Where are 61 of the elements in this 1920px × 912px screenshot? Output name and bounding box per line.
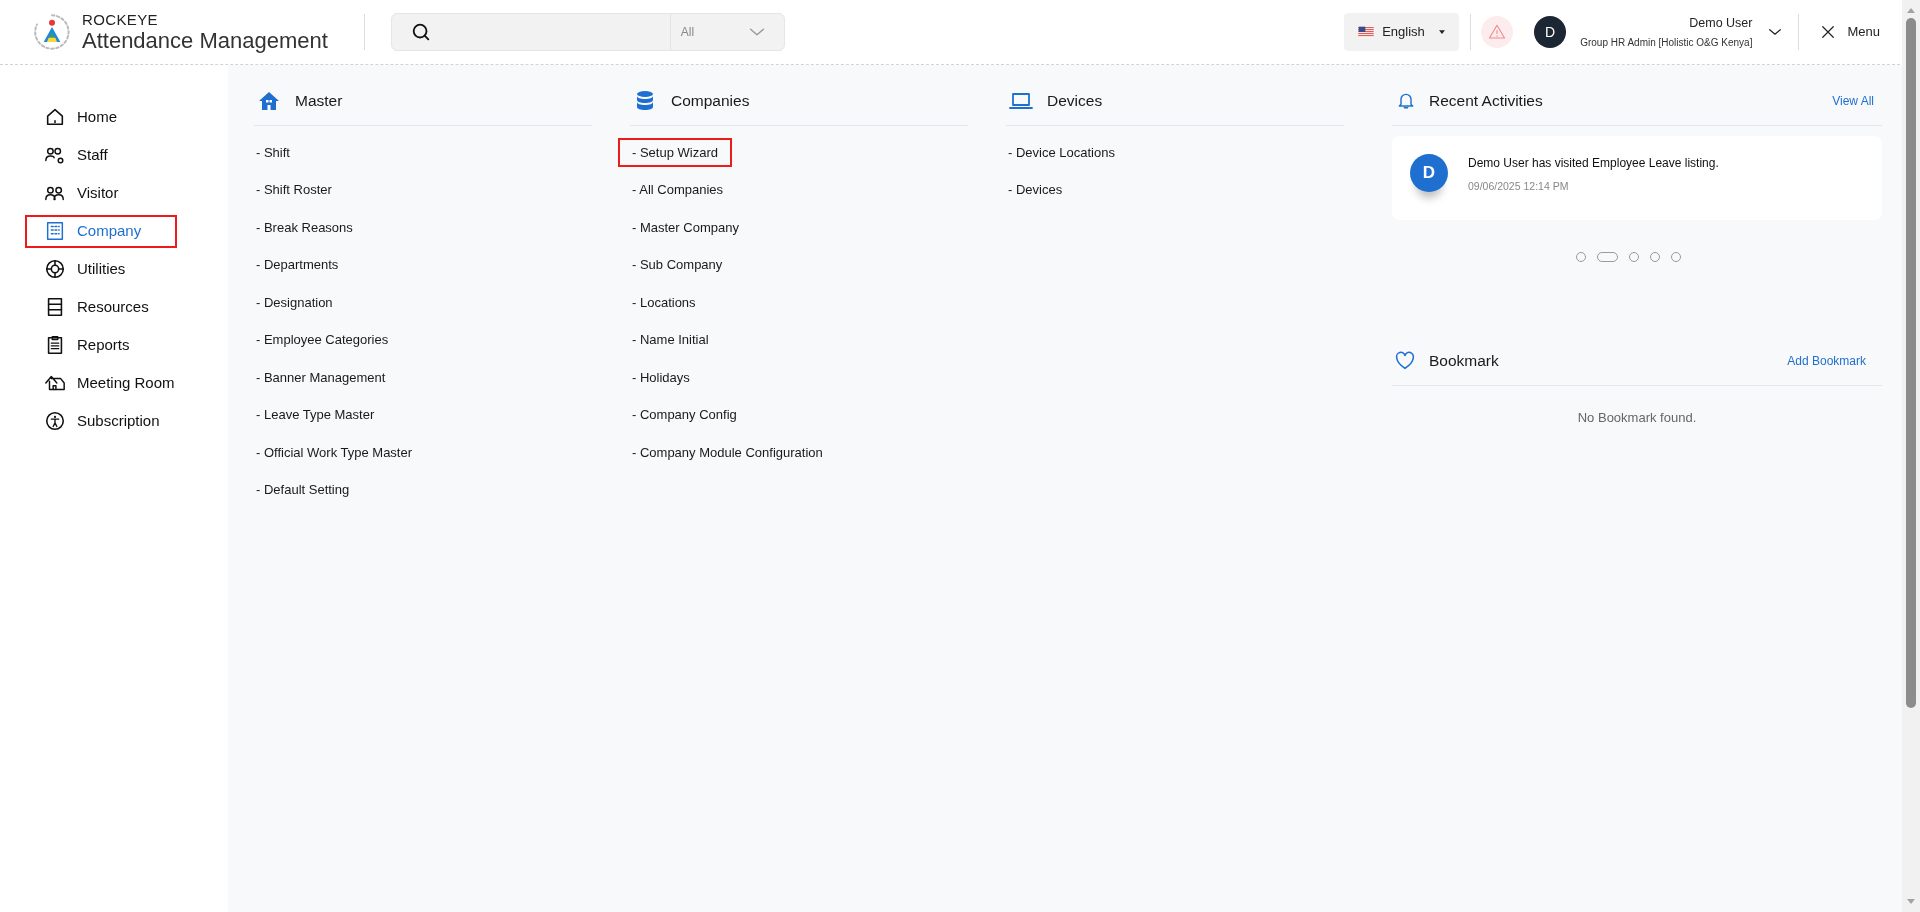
menu-link[interactable]: - Company Module Configuration xyxy=(618,438,837,467)
menu-link[interactable]: - Banner Management xyxy=(242,363,400,392)
section-title: Recent Activities xyxy=(1429,91,1543,112)
sidebar-item[interactable]: Meeting Room xyxy=(25,367,177,400)
menu-link[interactable]: - Locations xyxy=(618,288,710,317)
brand-name: ROCKEYE xyxy=(82,12,159,27)
menu-link[interactable]: - Designation xyxy=(242,288,347,317)
section-title: Master xyxy=(295,91,343,112)
menu-link[interactable]: - Official Work Type Master xyxy=(242,438,427,467)
user-avatar: D xyxy=(1410,154,1448,192)
app-title: Attendance Management xyxy=(82,30,328,52)
sidebar-item[interactable]: Resources xyxy=(25,291,177,324)
section-title: Bookmark xyxy=(1429,351,1499,372)
menu-link[interactable]: - Leave Type Master xyxy=(242,400,389,430)
menu-link[interactable]: - Break Reasons xyxy=(242,213,367,242)
menu-link[interactable]: - Default Setting xyxy=(242,475,364,505)
sidebar-item[interactable]: Utilities xyxy=(25,253,177,286)
lifebuoy-icon xyxy=(44,258,66,281)
menu-link[interactable]: - Setup Wizard xyxy=(618,138,732,167)
activity-time: 09/06/2025 12:14 PM xyxy=(1468,179,1570,194)
user-avatar: D xyxy=(1534,16,1567,48)
user-name: Demo User xyxy=(1689,15,1753,33)
scroll-up-icon[interactable] xyxy=(1906,6,1916,14)
menu-link[interactable]: - Shift xyxy=(242,138,304,167)
house-icon xyxy=(257,89,281,113)
section-title: Companies xyxy=(671,91,750,112)
building-icon xyxy=(44,220,66,243)
activity-text: Demo User has visited Employee Leave listing. xyxy=(1468,155,1719,172)
menu-link[interactable]: - Sub Company xyxy=(618,250,737,280)
heart-icon xyxy=(1394,350,1416,372)
sidebar-item[interactable]: Home xyxy=(25,101,177,134)
menu-button[interactable]: Menu xyxy=(1819,22,1880,42)
sidebar-item[interactable]: Visitor xyxy=(25,177,177,210)
flag-icon xyxy=(1356,24,1377,40)
menu-link[interactable]: - All Companies xyxy=(618,175,738,205)
menu-link[interactable]: - Shift Roster xyxy=(242,175,346,205)
sidebar-item[interactable]: Reports xyxy=(25,329,177,362)
menu-link[interactable]: - Device Locations xyxy=(994,138,1129,167)
empty-message: No Bookmark found. xyxy=(1576,409,1698,427)
scroll-down-icon[interactable] xyxy=(1906,898,1916,906)
accessibility-icon xyxy=(44,410,66,433)
add-bookmark-link[interactable]: Add Bookmark xyxy=(1787,352,1866,370)
menu-link[interactable]: - Name Initial xyxy=(618,325,723,355)
scrollbar[interactable] xyxy=(1902,0,1920,912)
bell-icon xyxy=(1396,91,1416,111)
alert-button[interactable] xyxy=(1481,16,1514,48)
user-role: Group HR Admin [Holistic O&G Kenya] xyxy=(1580,35,1753,50)
menu-link[interactable]: - Departments xyxy=(242,250,353,280)
menu-link[interactable]: - Master Company xyxy=(618,213,753,242)
sidebar-item[interactable]: Subscription xyxy=(25,405,177,438)
view-all-link[interactable]: View All xyxy=(1832,92,1874,110)
sidebar-item[interactable]: Company xyxy=(25,215,177,248)
menu-link[interactable]: - Holidays xyxy=(618,363,704,392)
language-select[interactable]: English xyxy=(1344,13,1460,51)
sidebar-item[interactable]: Staff xyxy=(25,139,177,172)
logo-icon xyxy=(32,12,72,52)
menu-link[interactable]: - Company Config xyxy=(618,400,751,430)
warning-icon xyxy=(1488,23,1507,41)
menu-link[interactable]: - Devices xyxy=(994,175,1077,205)
section-title: Devices xyxy=(1047,91,1103,112)
menu-link[interactable]: - Employee Categories xyxy=(242,325,403,355)
